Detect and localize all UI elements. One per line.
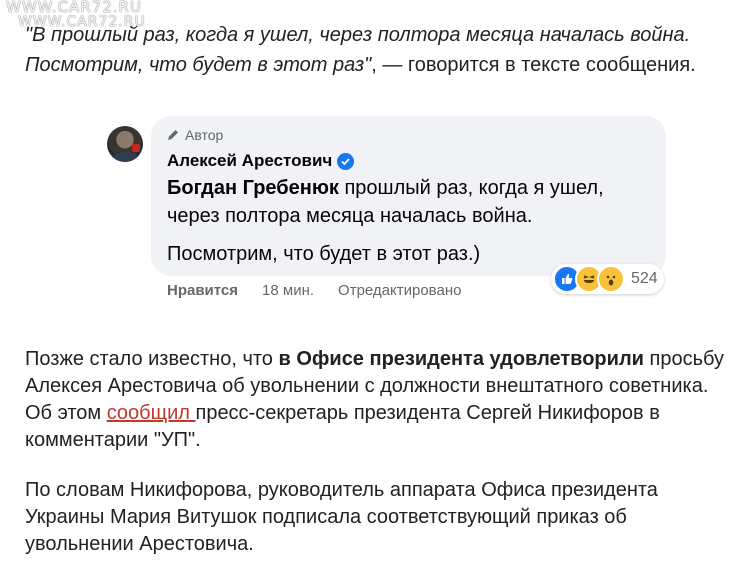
comment-text: Богдан Гребенюк прошлый раз, когда я уше… — [167, 174, 647, 268]
quote-line2-rest: , — говорится в тексте сообщения. — [371, 54, 696, 76]
reaction-count: 524 — [631, 270, 658, 287]
watermark: WWW.CAR72.RU — [6, 0, 142, 16]
author-name-label: Алексей Арестович — [167, 151, 333, 170]
comment-timestamp[interactable]: 18 мин. — [262, 282, 314, 299]
quote-line2-italic: Посмотрим, что будет в этот раз" — [25, 54, 372, 76]
pen-icon — [168, 130, 178, 140]
para1-bold: в Офисе президента удовлетворили — [278, 348, 644, 370]
wow-reaction-icon — [597, 265, 625, 293]
author-tag-label: Автор — [185, 127, 224, 143]
comment-author[interactable]: Алексей Арестович — [167, 151, 355, 171]
article-paragraph-2: По словам Никифорова, руководитель аппар… — [25, 479, 658, 555]
source-link[interactable]: сообщил — [107, 402, 196, 424]
article-paragraph: Позже стало известно, что в Офисе презид… — [25, 346, 725, 454]
verified-icon — [337, 152, 355, 170]
avatar-figure — [111, 152, 139, 162]
author-tag: Автор — [166, 127, 223, 143]
para1-text1: Позже стало известно, что — [25, 348, 279, 370]
avatar-badge — [132, 144, 140, 152]
article-quote: "В прошлый раз, когда я ушел, через полт… — [25, 20, 725, 80]
avatar[interactable] — [107, 126, 143, 162]
mention-link[interactable]: Богдан Гребенюк — [167, 177, 339, 199]
edited-label: Отредактировано — [338, 282, 462, 299]
quote-line1: "В прошлый раз, когда я ушел, через полт… — [25, 24, 691, 46]
like-button[interactable]: Нравится — [167, 282, 238, 299]
reactions-summary[interactable]: 524 — [551, 264, 664, 294]
comment-actions: Нравится 18 мин. Отредактировано — [167, 282, 461, 299]
